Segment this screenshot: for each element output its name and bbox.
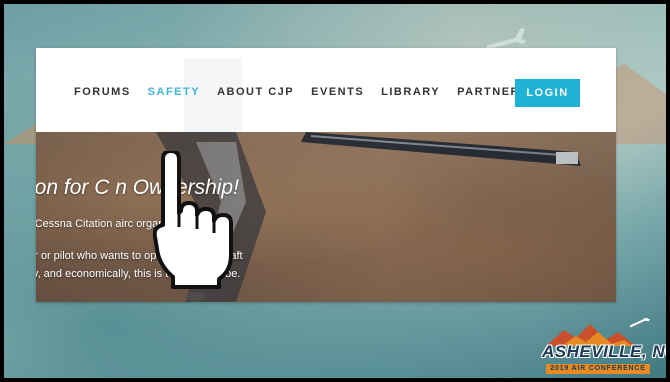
nav-item-forums[interactable]: FORUMS	[74, 86, 131, 98]
nav-menu: FORUMS SAFETY ABOUT CJP EVENTS LIBRARY P…	[74, 86, 546, 98]
nav-item-safety[interactable]: SAFETY	[148, 86, 200, 98]
login-button[interactable]: LOGIN	[515, 79, 580, 107]
airplane-icon	[629, 318, 650, 328]
site-navbar: FORUMS SAFETY ABOUT CJP EVENTS LIBRARY P…	[36, 48, 616, 133]
nav-item-about-cjp[interactable]: ABOUT CJP	[217, 86, 294, 98]
conference-name: ASHEVILLE, NC	[542, 342, 666, 361]
hero-banner: ion for C n Ownership! r Cessna Citation…	[36, 132, 616, 302]
conference-subtitle: 2019 AIR CONFERENCE	[546, 364, 650, 374]
nav-item-library[interactable]: LIBRARY	[381, 86, 440, 98]
slide-background: FORUMS SAFETY ABOUT CJP EVENTS LIBRARY P…	[4, 4, 666, 378]
pointing-hand-cursor-icon	[152, 149, 253, 296]
nav-item-events[interactable]: EVENTS	[311, 86, 364, 98]
asheville-conference-logo: ASHEVILLE, NC 2019 AIR CONFERENCE	[532, 318, 666, 378]
website-screenshot: FORUMS SAFETY ABOUT CJP EVENTS LIBRARY P…	[36, 48, 616, 302]
